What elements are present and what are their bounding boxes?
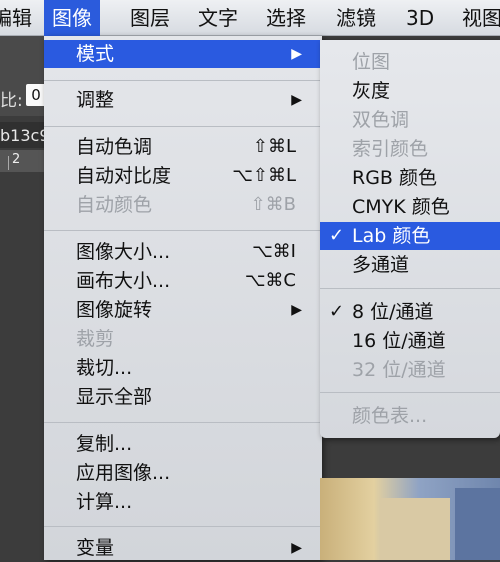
photo-building (380, 498, 450, 560)
menu-item-canvas-size[interactable]: 画布大小... ⌥⌘C (44, 267, 322, 295)
menu-item-label: 应用图像... (76, 462, 171, 484)
menu-item-label: 变量 (76, 537, 115, 559)
menu-item-auto-tone[interactable]: 自动色调 ⇧⌘L (44, 133, 322, 161)
menu-item-label: Lab 颜色 (352, 225, 431, 247)
ruler-number: 2 (12, 152, 21, 167)
menu-view[interactable]: 视图 (462, 0, 500, 36)
mode-item-16bit[interactable]: 16 位/通道 (320, 327, 500, 355)
ratio-label: 比: (0, 91, 23, 111)
menu-separator (44, 126, 322, 127)
menu-item-auto-color: 自动颜色 ⇧⌘B (44, 191, 322, 219)
mode-item-lab[interactable]: ✓ Lab 颜色 (320, 222, 500, 250)
menu-type[interactable]: 文字 (198, 0, 238, 36)
menu-item-label: 图像旋转 (76, 299, 153, 321)
mode-item-indexed-color: 索引颜色 (320, 135, 500, 163)
menu-item-adjustments[interactable]: 调整 ▶ (44, 86, 322, 114)
document-tab-label: b13c9 (0, 126, 50, 145)
menu-item-label: 裁切... (76, 357, 133, 379)
menu-edit[interactable]: 编辑 (0, 0, 32, 36)
menu-item-label: 显示全部 (76, 386, 153, 408)
menu-separator (44, 80, 322, 81)
checkmark-icon: ✓ (329, 225, 345, 246)
menu-item-label: 8 位/通道 (352, 301, 434, 323)
menu-item-label: 图像大小... (76, 241, 171, 263)
menu-item-label: 自动色调 (76, 136, 153, 158)
menu-item-label: 复制... (76, 433, 133, 455)
submenu-arrow-icon: ▶ (291, 92, 302, 108)
menu-separator (44, 526, 322, 527)
menu-separator (320, 392, 500, 393)
menu-item-mode[interactable]: 模式 ▶ (44, 40, 322, 68)
submenu-arrow-icon: ▶ (291, 540, 302, 556)
menu-item-image-size[interactable]: 图像大小... ⌥⌘I (44, 238, 322, 266)
ruler-tick (8, 156, 9, 170)
menu-item-label: 自动对比度 (76, 165, 172, 187)
menu-item-apply-image[interactable]: 应用图像... (44, 459, 322, 487)
menu-item-label: 颜色表... (352, 405, 428, 427)
menu-image[interactable]: 图像 (44, 0, 100, 36)
menu-item-label: 双色调 (352, 109, 410, 131)
mode-item-32bit: 32 位/通道 (320, 356, 500, 384)
menu-item-reveal-all[interactable]: 显示全部 (44, 383, 322, 411)
shortcut-label: ⇧⌘L (252, 136, 296, 157)
submenu-arrow-icon: ▶ (291, 46, 302, 62)
menu-select[interactable]: 选择 (266, 0, 306, 36)
document-canvas[interactable] (320, 478, 500, 560)
menu-item-label: RGB 颜色 (352, 167, 437, 189)
mode-item-rgb[interactable]: RGB 颜色 (320, 164, 500, 192)
image-menu: 模式 ▶ 调整 ▶ 自动色调 ⇧⌘L 自动对比度 ⌥⇧⌘L 自动颜色 ⇧⌘B 图… (44, 36, 322, 560)
menu-item-auto-contrast[interactable]: 自动对比度 ⌥⇧⌘L (44, 162, 322, 190)
menu-bar: 编辑 图像 图层 文字 选择 滤镜 3D 视图 (0, 0, 500, 36)
menu-item-label: 灰度 (352, 80, 391, 102)
menu-item-trim[interactable]: 裁切... (44, 354, 322, 382)
menu-item-crop: 裁剪 (44, 325, 322, 353)
menu-item-image-rotation[interactable]: 图像旋转 ▶ (44, 296, 322, 324)
menu-item-label: 多通道 (352, 254, 410, 276)
menu-item-label: 模式 (76, 43, 115, 65)
menu-item-label: 调整 (76, 89, 115, 111)
mode-item-8bit[interactable]: ✓ 8 位/通道 (320, 298, 500, 326)
submenu-arrow-icon: ▶ (291, 302, 302, 318)
shortcut-label: ⇧⌘B (250, 194, 296, 215)
menu-item-label: 16 位/通道 (352, 330, 446, 352)
menu-item-label: 32 位/通道 (352, 359, 446, 381)
mode-item-color-table: 颜色表... (320, 402, 500, 430)
menu-item-label: 画布大小... (76, 270, 171, 292)
menu-separator (44, 230, 322, 231)
menu-3d[interactable]: 3D (406, 0, 434, 36)
shortcut-label: ⌥⌘C (244, 270, 296, 291)
shortcut-label: ⌥⌘I (251, 241, 296, 262)
menu-item-label: 位图 (352, 51, 391, 73)
mode-submenu: 位图 灰度 双色调 索引颜色 RGB 颜色 CMYK 颜色 ✓ Lab 颜色 多… (320, 40, 500, 438)
menu-separator (44, 422, 322, 423)
ratio-input[interactable]: 0 (26, 84, 46, 106)
shortcut-label: ⌥⇧⌘L (232, 165, 296, 186)
menu-filter[interactable]: 滤镜 (336, 0, 376, 36)
menu-layer[interactable]: 图层 (130, 0, 170, 36)
mode-item-grayscale[interactable]: 灰度 (320, 77, 500, 105)
mode-item-bitmap: 位图 (320, 48, 500, 76)
menu-item-label: 索引颜色 (352, 138, 429, 160)
menu-item-label: 自动颜色 (76, 194, 153, 216)
mode-item-multichannel[interactable]: 多通道 (320, 251, 500, 279)
photo-shadow (455, 488, 500, 560)
menu-item-variables[interactable]: 变量 ▶ (44, 534, 322, 562)
menu-item-label: 计算... (76, 491, 133, 513)
checkmark-icon: ✓ (329, 301, 345, 322)
menu-item-duplicate[interactable]: 复制... (44, 430, 322, 458)
menu-item-label: 裁剪 (76, 328, 115, 350)
mode-item-cmyk[interactable]: CMYK 颜色 (320, 193, 500, 221)
menu-item-label: CMYK 颜色 (352, 196, 450, 218)
menu-separator (320, 288, 500, 289)
menu-item-calculations[interactable]: 计算... (44, 488, 322, 516)
mode-item-duotone: 双色调 (320, 106, 500, 134)
